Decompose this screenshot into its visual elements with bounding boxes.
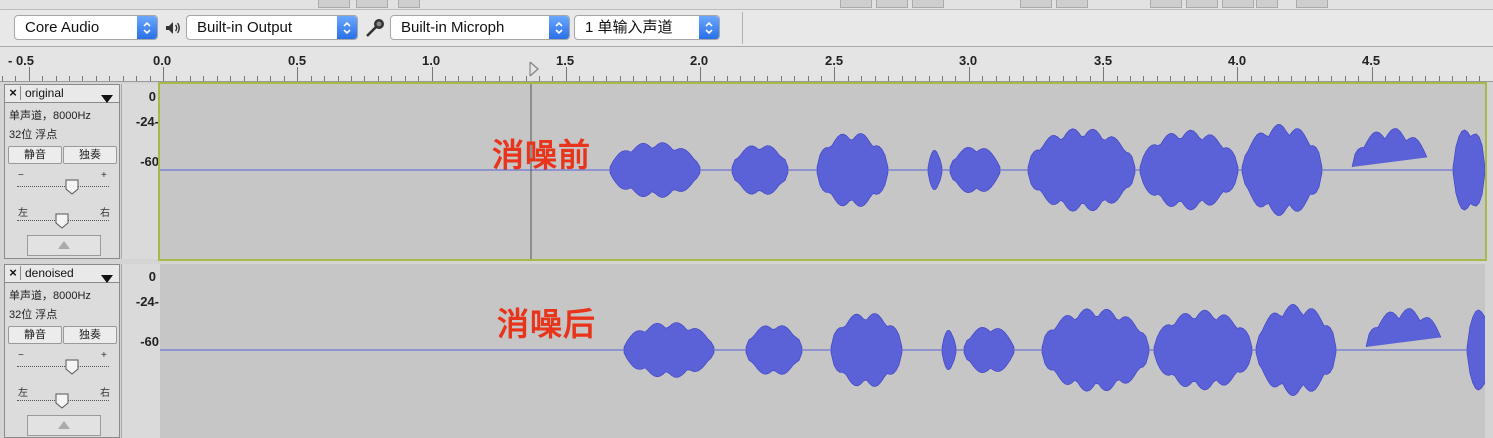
collapse-triangle-icon: [58, 421, 70, 429]
pan-slider-thumb[interactable]: [55, 393, 69, 414]
ruler-tick: [163, 67, 164, 81]
gain-slider[interactable]: [17, 366, 109, 368]
ruler-tick: [1237, 67, 1238, 81]
db-scale-label: 0: [148, 89, 156, 104]
ruler-tick: [969, 67, 970, 81]
ruler-label: - 0.5: [8, 53, 35, 68]
ruler-tick: [1103, 67, 1104, 81]
audio-track-denoised: × denoised 单声道，8000Hz 32位 浮点 静音 独奏 − + 左…: [0, 261, 1493, 438]
input-device-select[interactable]: Built-in Microph: [390, 15, 570, 40]
vertical-db-scale[interactable]: 0 -24- -60: [121, 84, 160, 259]
ruler-label: 2.5: [825, 53, 844, 68]
top-toolbar-strip: [0, 0, 1493, 10]
waveform-segment: [1365, 308, 1442, 348]
waveform-area[interactable]: 消噪后: [160, 264, 1485, 438]
ruler-label: 2.0: [690, 53, 709, 68]
microphone-icon: [364, 17, 386, 44]
ruler-tick: [566, 67, 567, 81]
ruler-tick: [432, 67, 433, 81]
ruler-label: 4.0: [1228, 53, 1247, 68]
track-name[interactable]: denoised: [25, 266, 74, 280]
ruler-tick: [297, 67, 298, 81]
audio-track-original: × original 单声道，8000Hz 32位 浮点 静音 独奏 − + 左…: [0, 81, 1493, 261]
dropdown-triangle-icon[interactable]: [101, 90, 113, 108]
gain-minus-label: −: [18, 350, 24, 361]
input-channels-select[interactable]: 1 单输入声道: [574, 15, 720, 40]
mute-button[interactable]: 静音: [8, 326, 62, 344]
ruler-tick: [1372, 67, 1373, 81]
gain-slider[interactable]: [17, 186, 109, 188]
waveform-svg: [160, 84, 1485, 259]
ruler-label: 4.5: [1362, 53, 1381, 68]
close-track-icon[interactable]: ×: [6, 86, 21, 100]
close-track-icon[interactable]: ×: [6, 266, 21, 280]
annotation-after-denoise: 消噪后: [497, 306, 597, 342]
track-sample-info: 32位 浮点: [9, 309, 58, 321]
pan-right-label: 右: [100, 388, 110, 399]
db-scale-label: -24-: [135, 114, 159, 129]
gain-plus-label: +: [101, 170, 107, 181]
speaker-icon: [164, 19, 182, 42]
ruler-label: 0.5: [288, 53, 307, 68]
vertical-db-scale[interactable]: 0 -24- -60: [121, 264, 160, 438]
updown-arrows-icon: [337, 16, 357, 39]
db-scale-label: 0: [148, 269, 156, 284]
solo-button[interactable]: 独奏: [63, 326, 117, 344]
gain-plus-label: +: [101, 350, 107, 361]
collapse-track-button[interactable]: [27, 415, 101, 436]
solo-button[interactable]: 独奏: [63, 146, 117, 164]
input-device-value: Built-in Microph: [401, 19, 505, 36]
db-scale-label: -24-: [135, 294, 159, 309]
updown-arrows-icon: [699, 16, 719, 39]
ruler-label: 1.0: [422, 53, 441, 68]
toolbar-separator: [742, 12, 743, 44]
ruler-label: 0.0: [153, 53, 172, 68]
device-toolbar: Core Audio Built-in Output Built-in Micr…: [0, 10, 1493, 47]
updown-arrows-icon: [549, 16, 569, 39]
track-control-panel: × original 单声道，8000Hz 32位 浮点 静音 独奏 − + 左…: [4, 84, 120, 259]
pan-left-label: 左: [18, 388, 28, 399]
waveform-segment: [1351, 128, 1428, 168]
collapse-track-button[interactable]: [27, 235, 101, 256]
pan-right-label: 右: [100, 208, 110, 219]
track-control-panel: × denoised 单声道，8000Hz 32位 浮点 静音 独奏 − + 左…: [4, 264, 120, 438]
audio-host-select[interactable]: Core Audio: [14, 15, 158, 40]
track-name[interactable]: original: [25, 86, 64, 100]
waveform-svg: [160, 304, 1485, 396]
db-scale-label: -60: [140, 334, 159, 349]
collapse-triangle-icon: [58, 241, 70, 249]
output-device-value: Built-in Output: [197, 19, 293, 36]
gain-slider-thumb[interactable]: [65, 359, 79, 380]
annotation-before-denoise: 消噪前: [492, 137, 592, 173]
ruler-tick: [700, 67, 701, 81]
timeline-ruler[interactable]: - 0.5 0.0 0.5 1.0 1.5 2.0 2.5 3.0 3.5 4.…: [0, 47, 1493, 82]
track-format-info: 单声道，8000Hz: [9, 110, 91, 122]
output-device-select[interactable]: Built-in Output: [186, 15, 358, 40]
ruler-label: 3.5: [1094, 53, 1113, 68]
track-name-bar[interactable]: × original: [5, 85, 119, 103]
audio-host-value: Core Audio: [25, 19, 100, 36]
input-channels-value: 1 单输入声道: [585, 19, 673, 36]
updown-arrows-icon: [137, 16, 157, 39]
track-name-bar[interactable]: × denoised: [5, 265, 119, 283]
db-scale-label: -60: [140, 154, 159, 169]
ruler-tick: [834, 67, 835, 81]
ruler-label: 1.5: [556, 53, 575, 68]
pan-left-label: 左: [18, 208, 28, 219]
ruler-label: 3.0: [959, 53, 978, 68]
track-sample-info: 32位 浮点: [9, 129, 58, 141]
track-format-info: 单声道，8000Hz: [9, 290, 91, 302]
pan-slider-thumb[interactable]: [55, 213, 69, 234]
waveform-area[interactable]: 消噪前: [158, 82, 1487, 261]
ruler-tick: [29, 67, 30, 81]
gain-slider-thumb[interactable]: [65, 179, 79, 200]
gain-minus-label: −: [18, 170, 24, 181]
dropdown-triangle-icon[interactable]: [101, 270, 113, 288]
mute-button[interactable]: 静音: [8, 146, 62, 164]
